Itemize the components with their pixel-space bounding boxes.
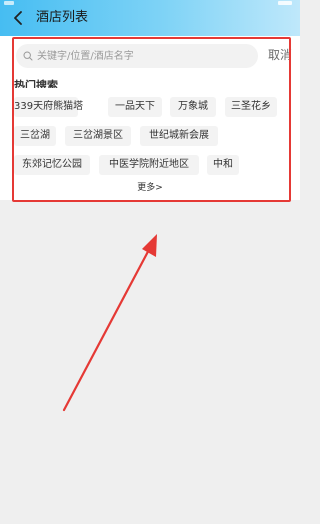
page-title: 酒店列表 <box>36 10 89 25</box>
status-bar <box>0 0 300 8</box>
hot-search-title: 热门搜索 <box>14 79 58 88</box>
battery-icon <box>278 1 292 5</box>
search-icon <box>22 50 34 62</box>
hot-search-tag[interactable]: 339天府熊猫塔 <box>14 97 83 117</box>
hot-search-tag[interactable]: 万象城 <box>170 97 216 117</box>
hot-search-tag[interactable]: 世纪城新会展 <box>140 126 218 146</box>
hot-search-tag[interactable]: 三岔湖 <box>14 126 56 146</box>
hot-search-tag[interactable]: 三圣花乡 <box>225 97 277 117</box>
cancel-button[interactable]: 取消 <box>268 47 292 63</box>
hot-search-tag[interactable]: 三岔湖景区 <box>65 126 131 146</box>
hot-search-tag[interactable]: 东郊记忆公园 <box>14 155 90 175</box>
hot-search-tag[interactable]: 中医学院附近地区 <box>99 155 199 175</box>
chevron-left-icon <box>14 11 22 25</box>
hot-search-tag[interactable]: 一品天下 <box>108 97 162 117</box>
hot-search-tag[interactable]: 中和 <box>207 155 239 175</box>
status-left-icon <box>4 1 14 5</box>
back-button[interactable] <box>8 8 28 28</box>
more-link[interactable]: 更多> <box>0 182 300 194</box>
search-box[interactable] <box>16 44 258 68</box>
search-input[interactable] <box>37 46 252 66</box>
